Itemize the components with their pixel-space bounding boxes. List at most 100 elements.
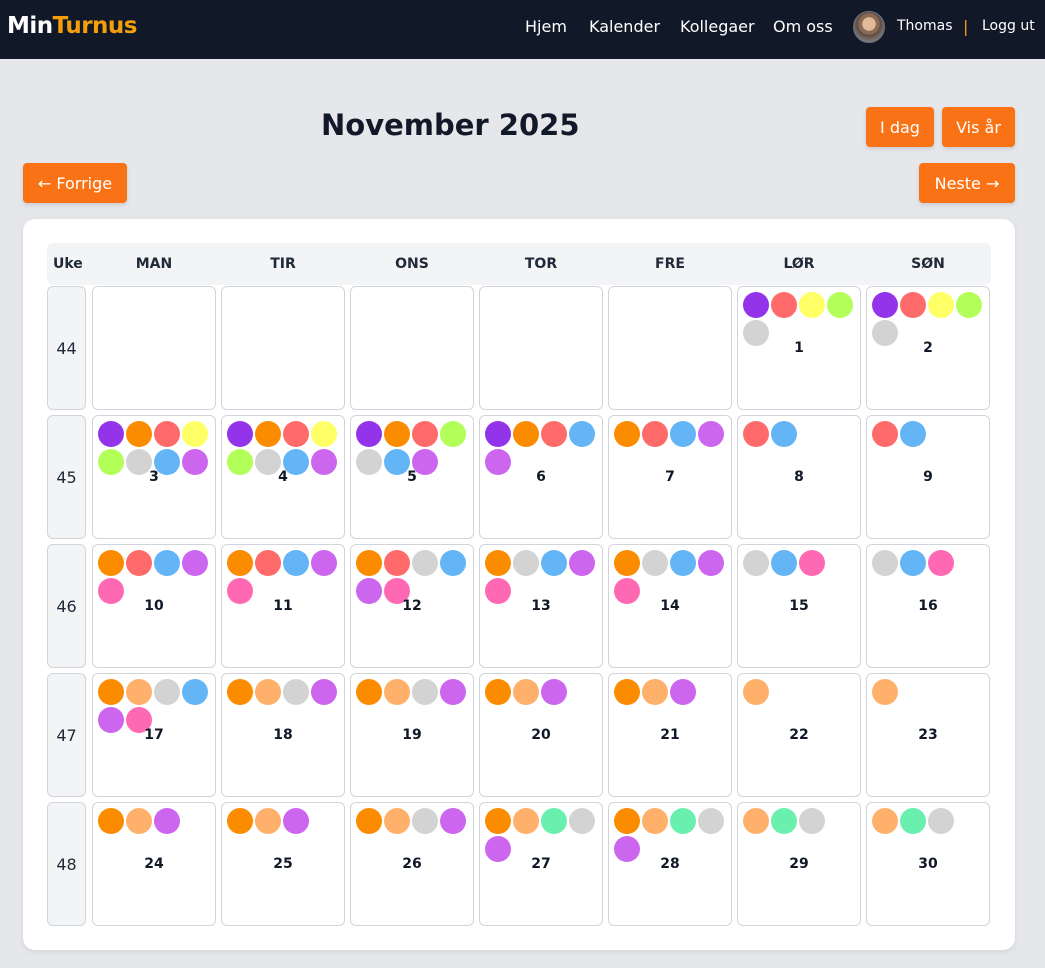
shift-dot-violet <box>154 808 180 834</box>
day-cell[interactable]: 20 <box>479 673 603 797</box>
day-cell[interactable]: 7 <box>608 415 732 539</box>
day-cell[interactable]: 22 <box>737 673 861 797</box>
shift-dot-gray <box>412 808 438 834</box>
shift-dot-peach <box>872 679 898 705</box>
week-number-cell: 47 <box>47 673 86 797</box>
day-cell[interactable]: 10 <box>92 544 216 668</box>
nav-link-hjem[interactable]: Hjem <box>525 17 567 36</box>
week-number-cell: 48 <box>47 802 86 926</box>
day-cell[interactable]: 29 <box>737 802 861 926</box>
next-month-button[interactable]: Neste → <box>919 163 1015 203</box>
day-cell[interactable]: 9 <box>866 415 990 539</box>
day-cell[interactable]: 6 <box>479 415 603 539</box>
day-number: 30 <box>918 856 938 872</box>
shift-dot-red <box>126 550 152 576</box>
day-cell[interactable]: 30 <box>866 802 990 926</box>
user-name[interactable]: Thomas <box>897 18 953 34</box>
previous-month-button[interactable]: ← Forrige <box>23 163 127 203</box>
logout-link[interactable]: Logg ut <box>982 18 1035 34</box>
day-cell[interactable]: 2 <box>866 286 990 410</box>
shift-dot-peach <box>255 679 281 705</box>
weekday-header-tor: TOR <box>524 256 558 272</box>
day-cell[interactable]: 5 <box>350 415 474 539</box>
shift-dot-peach <box>743 679 769 705</box>
shift-dot-red <box>642 421 668 447</box>
app-logo[interactable]: MinTurnus <box>7 13 137 39</box>
shift-dot-purple <box>227 421 253 447</box>
nav-link-kalender[interactable]: Kalender <box>589 17 660 36</box>
nav-link-kollegaer[interactable]: Kollegaer <box>680 17 755 36</box>
day-cell[interactable]: 16 <box>866 544 990 668</box>
week-number-cell: 45 <box>47 415 86 539</box>
day-cell[interactable]: 13 <box>479 544 603 668</box>
weekday-header-ons: ONS <box>395 256 429 272</box>
day-cell[interactable]: 26 <box>350 802 474 926</box>
shift-dot-violet <box>440 679 466 705</box>
shift-dot-lime <box>440 421 466 447</box>
shift-dot-red <box>541 421 567 447</box>
day-number: 16 <box>918 598 938 614</box>
day-cell[interactable] <box>92 286 216 410</box>
shift-dot-purple <box>872 292 898 318</box>
day-cell[interactable] <box>221 286 345 410</box>
day-cell[interactable]: 25 <box>221 802 345 926</box>
shift-dot-mint <box>541 808 567 834</box>
shift-dot-orange <box>614 550 640 576</box>
day-cell[interactable]: 17 <box>92 673 216 797</box>
shift-dot-gray <box>412 679 438 705</box>
day-number: 28 <box>660 856 680 872</box>
day-cell[interactable]: 12 <box>350 544 474 668</box>
day-number: 9 <box>923 469 933 485</box>
show-year-button[interactable]: Vis år <box>942 107 1015 147</box>
user-avatar[interactable] <box>853 11 885 43</box>
day-cell[interactable]: 24 <box>92 802 216 926</box>
day-cell[interactable]: 3 <box>92 415 216 539</box>
day-cell[interactable] <box>608 286 732 410</box>
day-cell[interactable]: 1 <box>737 286 861 410</box>
nav-link-om-oss[interactable]: Om oss <box>773 17 833 36</box>
shift-dot-peach <box>255 808 281 834</box>
shift-dot-violet <box>311 679 337 705</box>
day-cell[interactable]: 23 <box>866 673 990 797</box>
day-cell[interactable]: 21 <box>608 673 732 797</box>
shift-dot-red <box>743 421 769 447</box>
shift-dot-yellow <box>928 292 954 318</box>
shift-dot-peach <box>384 679 410 705</box>
day-cell[interactable]: 8 <box>737 415 861 539</box>
shift-dot-violet <box>440 808 466 834</box>
weekday-header-man: MAN <box>135 256 173 272</box>
shift-dot-peach <box>642 808 668 834</box>
day-number: 25 <box>273 856 293 872</box>
shift-dot-violet <box>670 679 696 705</box>
today-button[interactable]: I dag <box>866 107 934 147</box>
shift-dot-peach <box>513 808 539 834</box>
shift-dot-orange <box>255 421 281 447</box>
shift-dot-orange <box>126 421 152 447</box>
shift-dot-gray <box>283 679 309 705</box>
day-cell[interactable]: 14 <box>608 544 732 668</box>
shift-dot-blue <box>283 550 309 576</box>
day-cell[interactable]: 4 <box>221 415 345 539</box>
shift-dot-peach <box>872 808 898 834</box>
day-cell[interactable]: 19 <box>350 673 474 797</box>
shift-dot-orange <box>614 808 640 834</box>
day-cell[interactable] <box>350 286 474 410</box>
week-number-cell: 46 <box>47 544 86 668</box>
day-cell[interactable]: 27 <box>479 802 603 926</box>
shift-dot-gray <box>872 550 898 576</box>
day-cell[interactable]: 28 <box>608 802 732 926</box>
day-cell[interactable]: 15 <box>737 544 861 668</box>
shift-dot-orange <box>485 808 511 834</box>
day-number: 27 <box>531 856 551 872</box>
shift-dot-peach <box>743 808 769 834</box>
day-cell[interactable]: 18 <box>221 673 345 797</box>
shift-dot-blue <box>154 550 180 576</box>
shift-dot-gray <box>928 808 954 834</box>
shift-dot-purple <box>356 421 382 447</box>
day-number: 26 <box>402 856 422 872</box>
day-cell[interactable] <box>479 286 603 410</box>
shift-dot-purple <box>743 292 769 318</box>
day-number: 4 <box>278 469 288 485</box>
shift-dot-orange <box>384 421 410 447</box>
day-cell[interactable]: 11 <box>221 544 345 668</box>
